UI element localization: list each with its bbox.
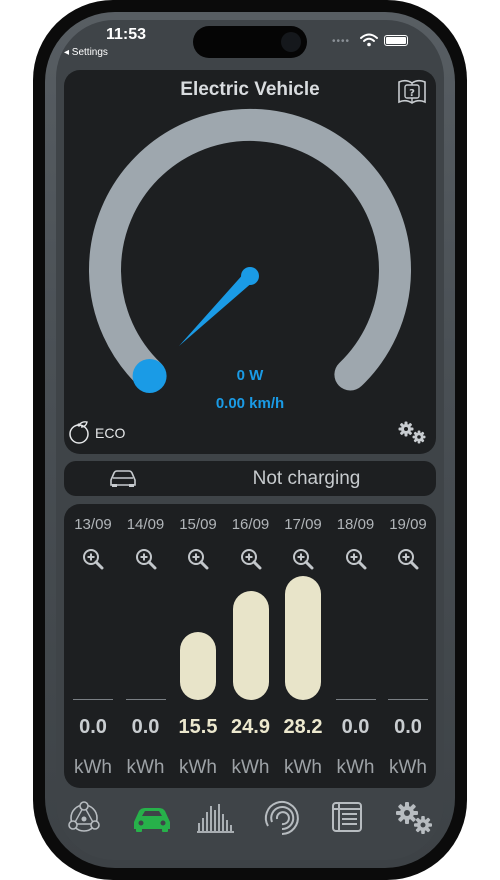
energy-flow-icon [68, 801, 100, 832]
list-icon [332, 802, 362, 832]
app-screen: 11:53 ◂ Settings •••• Electric Vehicle ?… [56, 20, 444, 860]
empty-bar-baseline [388, 699, 428, 700]
day-column: 17/09 28.2 kWh [277, 504, 329, 788]
dynamic-island [193, 26, 307, 58]
day-value: 0.0 [79, 716, 107, 738]
day-unit: kWh [231, 757, 270, 778]
day-column: 16/09 24.9 kWh [225, 504, 277, 788]
day-date: 18/09 [336, 516, 375, 533]
charging-status-bar[interactable]: Not charging [64, 461, 436, 496]
zoom-icon[interactable] [397, 548, 419, 570]
nav-energy-flow[interactable] [62, 798, 106, 838]
day-column: 15/09 15.5 kWh [172, 504, 224, 788]
back-to-settings-link[interactable]: ◂ Settings [64, 47, 108, 58]
day-column: 19/09 0.0 kWh [382, 504, 434, 788]
nav-settings[interactable] [392, 798, 436, 838]
zoom-icon[interactable] [240, 548, 262, 570]
day-date: 17/09 [284, 516, 322, 533]
nav-vehicle[interactable] [130, 798, 174, 838]
power-readout: 0 W [236, 367, 264, 384]
empty-bar-baseline [335, 699, 376, 700]
day-value: 0.0 [394, 716, 422, 738]
day-column: 18/09 0.0 kWh [330, 504, 382, 788]
nav-spiral[interactable] [260, 798, 304, 838]
signal-icon: •••• [332, 36, 351, 47]
day-unit: kWh [74, 757, 112, 778]
svg-text:?: ? [409, 88, 415, 99]
day-date: 16/09 [231, 516, 270, 533]
gauge-card: Electric Vehicle ? 0 W 0.00 km/h ECO [64, 70, 436, 454]
day-date: 13/09 [74, 516, 112, 533]
battery-icon [384, 35, 408, 46]
gauge-track [89, 108, 411, 391]
bar-chart-icon [197, 804, 234, 833]
day-date: 15/09 [179, 516, 217, 533]
day-column: 14/09 0.0 kWh [120, 504, 172, 788]
zoom-icon[interactable] [345, 548, 367, 570]
car-icon [134, 808, 170, 832]
energy-bar[interactable] [180, 632, 216, 700]
speed-readout: 0.00 km/h [215, 395, 285, 412]
gauge-needle-hub [241, 267, 259, 285]
day-unit: kWh [126, 757, 165, 778]
camera-icon [281, 32, 301, 52]
settings-gears-icon [396, 802, 432, 834]
nav-statistics[interactable] [194, 798, 238, 838]
zoom-icon[interactable] [292, 548, 314, 570]
day-value: 15.5 [178, 716, 218, 738]
day-value: 0.0 [341, 716, 370, 738]
manual-book-icon[interactable]: ? [396, 78, 428, 108]
energy-bar[interactable] [285, 576, 321, 700]
day-date: 19/09 [389, 516, 427, 533]
eco-mode-icon[interactable] [67, 420, 93, 446]
wifi-icon [360, 33, 378, 47]
energy-bar[interactable] [232, 591, 269, 700]
day-date: 14/09 [126, 516, 165, 533]
spiral-icon [264, 801, 299, 835]
day-value: 0.0 [131, 716, 160, 738]
day-value: 28.2 [283, 716, 323, 738]
zoom-icon[interactable] [82, 548, 104, 570]
empty-bar-baseline [125, 699, 166, 700]
gauge-settings-gears-icon[interactable] [396, 420, 428, 446]
status-time: 11:53 [106, 26, 147, 43]
gauge-needle [179, 271, 254, 346]
nav-list[interactable] [326, 798, 370, 838]
day-unit: kWh [336, 757, 375, 778]
day-unit: kWh [389, 757, 427, 778]
day-column: 13/09 0.0 kWh [67, 504, 119, 788]
day-unit: kWh [179, 757, 217, 778]
zoom-icon[interactable] [135, 548, 157, 570]
charging-status-text: Not charging [252, 468, 361, 489]
zoom-icon[interactable] [187, 548, 209, 570]
day-unit: kWh [284, 757, 322, 778]
page-title: Electric Vehicle [180, 79, 320, 100]
empty-bar-baseline [73, 699, 113, 700]
daily-energy-card: 13/09 0.0 kWh 14/09 0.0 kWh 15/09 15.5 kWh 16/09 2… [64, 504, 436, 788]
day-value: 24.9 [231, 716, 270, 738]
car-icon [110, 470, 136, 487]
eco-mode-label[interactable]: ECO [95, 425, 125, 441]
